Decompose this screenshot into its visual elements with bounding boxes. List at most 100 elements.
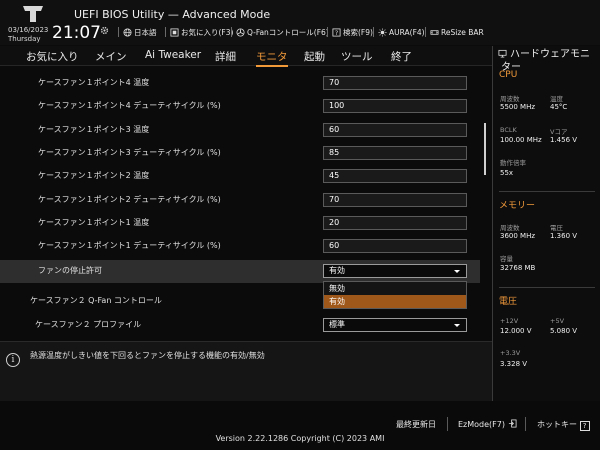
setting-label: ケースファン１ポイント1 デューティサイクル (%) <box>38 241 221 250</box>
hardware-monitor-panel: ハードウェアモニター CPU 周波数 温度 5500 MHz 45°C BCLK… <box>492 46 600 401</box>
clock: 21:07 <box>52 23 101 43</box>
help-info-bar: i 熱源温度がしきい値を下回るとファンを停止する機能の有効/無効 <box>0 341 492 401</box>
fan-stop-label: ファンの停止許可 <box>38 266 102 275</box>
setting-label: ケースファン１ポイント2 デューティサイクル (%) <box>38 195 221 204</box>
case-fan2-profile-label: ケースファン２ プロファイル <box>35 320 142 329</box>
version-text: Version 2.22.1286 Copyright (C) 2023 AMI <box>215 434 385 443</box>
tab-exit[interactable]: 終了 <box>391 49 412 64</box>
mem-freq-label: 周波数 <box>500 224 520 232</box>
setting-label: ケースファン１ポイント2 温度 <box>38 171 150 180</box>
setting-value-field[interactable]: 70 <box>323 76 467 90</box>
case-fan2-profile-row[interactable]: ケースファン２ プロファイル 標準 <box>0 314 480 336</box>
cpu-freq-label: 周波数 <box>500 95 520 103</box>
mem-volt-value: 1.360 V <box>550 232 578 240</box>
tab-favorites[interactable]: お気に入り <box>26 49 79 64</box>
setting-value-field[interactable]: 60 <box>323 239 467 253</box>
setting-value-field[interactable]: 70 <box>323 193 467 207</box>
cpu-vcore-label: Vコア <box>550 128 568 136</box>
language-button[interactable]: 日本語 <box>118 26 157 38</box>
footer-divider <box>447 417 448 431</box>
setting-label: ケースファン１ポイント3 温度 <box>38 125 150 134</box>
setting-row[interactable]: ケースファン１ポイント4 デューティサイクル (%) 100 <box>0 95 480 118</box>
help-icon: ? <box>579 421 590 431</box>
tab-boot[interactable]: 起動 <box>304 49 325 64</box>
setting-value-field[interactable]: 60 <box>323 123 467 137</box>
main-menu: お気に入り メイン Ai Tweaker 詳細 モニタ 起動 ツール 終了 <box>0 46 492 67</box>
setting-row[interactable]: ケースファン１ポイント4 温度 70 <box>0 72 480 95</box>
setting-value-field[interactable]: 45 <box>323 169 467 183</box>
memory-section-title: メモリー <box>499 201 536 211</box>
ezmode-label: EzMode(F7) <box>458 420 505 429</box>
cpu-ratio-value: 55x <box>500 169 514 177</box>
tab-main[interactable]: メイン <box>95 49 127 64</box>
tab-monitor[interactable]: モニタ <box>256 49 288 67</box>
setting-value-field[interactable]: 100 <box>323 99 467 113</box>
setting-value-field[interactable]: 85 <box>323 146 467 160</box>
exit-arrow-icon <box>508 419 517 428</box>
option-disabled[interactable]: 無効 <box>324 282 466 295</box>
v33-value: 3.328 V <box>500 360 528 368</box>
gear-icon[interactable] <box>100 26 109 35</box>
scrollbar[interactable] <box>484 123 486 175</box>
divider <box>499 287 595 288</box>
setting-row[interactable]: ケースファン１ポイント3 温度 60 <box>0 119 480 142</box>
setting-label: ケースファン１ポイント4 温度 <box>38 78 150 87</box>
footer-divider <box>525 417 526 431</box>
setting-row[interactable]: ケースファン１ポイント2 温度 45 <box>0 165 480 188</box>
setting-value-field[interactable]: 20 <box>323 216 467 230</box>
v5-label: +5V <box>550 317 565 325</box>
v5-value: 5.080 V <box>550 327 578 335</box>
search-button[interactable]: ? 検索(F9) <box>327 26 373 38</box>
resize-bar-icon <box>430 29 439 35</box>
cpu-vcore-value: 1.456 V <box>550 136 578 144</box>
app-title: UEFI BIOS Utility — Advanced Mode <box>74 8 271 21</box>
resize-bar-button[interactable]: ReSize BAR <box>425 26 484 38</box>
tab-advanced[interactable]: 詳細 <box>215 49 236 64</box>
v12-value: 12.000 V <box>500 327 532 335</box>
cpu-bclk-value: 100.00 MHz <box>500 136 542 144</box>
cpu-section-title: CPU <box>499 70 518 80</box>
case-fan2-profile-value: 標準 <box>329 320 345 329</box>
setting-row[interactable]: ケースファン１ポイント2 デューティサイクル (%) 70 <box>0 189 480 212</box>
mem-capacity-label: 容量 <box>500 255 513 263</box>
hotkeys-button[interactable]: ホットキー ? <box>537 419 590 431</box>
header-bar: UEFI BIOS Utility — Advanced Mode 03/16/… <box>0 0 600 45</box>
case-fan2-profile-dropdown[interactable]: 標準 <box>323 318 467 332</box>
setting-label: ケースファン１ポイント1 温度 <box>38 218 150 227</box>
search-label: 検索(F9) <box>343 27 373 37</box>
qfan-control-button[interactable]: Q-Fanコントロール(F6) <box>231 26 329 38</box>
ezmode-button[interactable]: EzMode(F7) <box>458 419 517 429</box>
aura-icon <box>378 27 387 37</box>
cpu-bclk-label: BCLK <box>500 126 517 134</box>
monitor-icon <box>498 49 507 58</box>
fan-stop-options-list: 無効 有効 <box>323 281 467 309</box>
aura-button[interactable]: AURA(F4) <box>373 26 425 38</box>
mem-volt-label: 電圧 <box>550 224 563 232</box>
help-text: 熱源温度がしきい値を下回るとファンを停止する機能の有効/無効 <box>30 351 265 360</box>
hotkeys-label: ホットキー <box>537 420 577 429</box>
setting-label: ケースファン１ポイント4 デューティサイクル (%) <box>38 101 221 110</box>
option-enabled[interactable]: 有効 <box>324 295 466 308</box>
fan-stop-row[interactable]: ファンの停止許可 有効 <box>0 260 480 283</box>
setting-row[interactable]: ケースファン１ポイント1 温度 20 <box>0 212 480 235</box>
case-fan2-qfan-control-label: ケースファン２ Q-Fan コントロール <box>30 296 162 305</box>
setting-row[interactable]: ケースファン１ポイント3 デューティサイクル (%) 85 <box>0 142 480 165</box>
date-label: 03/16/2023 <box>8 26 49 34</box>
cpu-ratio-label: 動作倍率 <box>500 159 526 167</box>
setting-label: ケースファン１ポイント3 デューティサイクル (%) <box>38 148 221 157</box>
footer-bar: 最終更新日 EzMode(F7) ホットキー ? Version 2.22.12… <box>0 401 600 450</box>
mem-freq-value: 3600 MHz <box>500 232 536 240</box>
favorites-button[interactable]: お気に入り(F3) <box>165 26 233 38</box>
setting-row[interactable]: ケースファン１ポイント1 デューティサイクル (%) 60 <box>0 235 480 258</box>
fan-stop-dropdown[interactable]: 有効 <box>323 264 467 278</box>
language-label: 日本語 <box>134 27 157 37</box>
tab-ai-tweaker[interactable]: Ai Tweaker <box>145 49 201 61</box>
voltage-section-title: 電圧 <box>499 297 518 307</box>
favorites-icon <box>170 27 179 37</box>
fan-icon <box>236 27 245 37</box>
aura-label: AURA(F4) <box>389 27 425 37</box>
resize-bar-label: ReSize BAR <box>441 27 484 37</box>
tab-tool[interactable]: ツール <box>341 49 373 64</box>
chevron-down-icon <box>454 324 460 327</box>
last-modified-button[interactable]: 最終更新日 <box>396 419 436 430</box>
